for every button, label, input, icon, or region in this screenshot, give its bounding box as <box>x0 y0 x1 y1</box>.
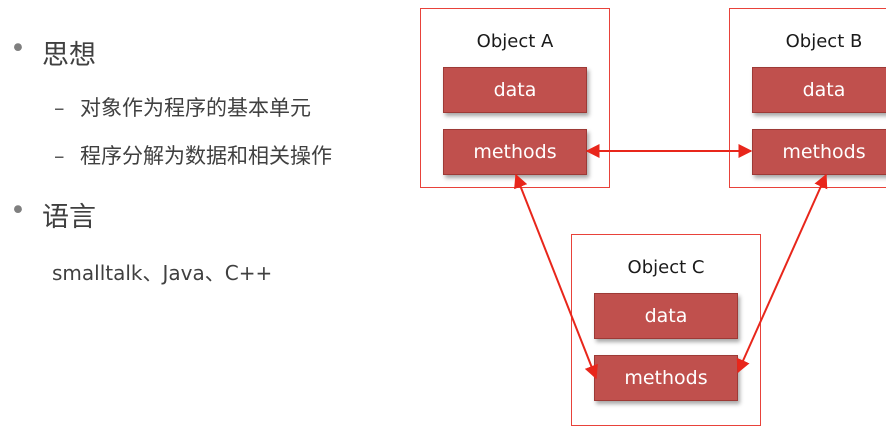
object-a-box: Object A data methods <box>420 8 610 188</box>
object-c-box: Object C data methods <box>571 234 761 426</box>
bullet-dot-icon: • <box>10 195 26 226</box>
dash-icon: – <box>54 144 65 168</box>
sub-bullet-text: 程序分解为数据和相关操作 <box>80 144 332 168</box>
bullet-text: 思想 <box>42 40 96 71</box>
object-a-title: Object A <box>476 31 554 52</box>
bullet-dot-icon: • <box>10 33 26 64</box>
object-b-data-field[interactable]: data <box>752 67 886 113</box>
object-b-methods-field[interactable]: methods <box>752 129 886 175</box>
bullet-text: 语言 <box>42 202 96 233</box>
object-c-title: Object C <box>627 257 705 278</box>
dash-icon: – <box>54 96 65 120</box>
object-a-data-field[interactable]: data <box>443 67 587 113</box>
language-list-text: smalltalk、Java、C++ <box>52 261 273 285</box>
object-c-methods-field[interactable]: methods <box>594 355 738 401</box>
object-a-methods-field[interactable]: methods <box>443 129 587 175</box>
object-c-data-field[interactable]: data <box>594 293 738 339</box>
sub-bullet-item: – 程序分解为数据和相关操作 <box>54 140 332 170</box>
sub-bullet-item: – 对象作为程序的基本单元 <box>54 92 311 122</box>
bullet-list: • 思想 – 对象作为程序的基本单元 – 程序分解为数据和相关操作 • 语言 sma… <box>0 0 400 406</box>
object-b-box: Object B data methods <box>729 8 886 188</box>
object-b-title: Object B <box>785 31 863 52</box>
sub-bullet-text: 对象作为程序的基本单元 <box>80 96 311 120</box>
